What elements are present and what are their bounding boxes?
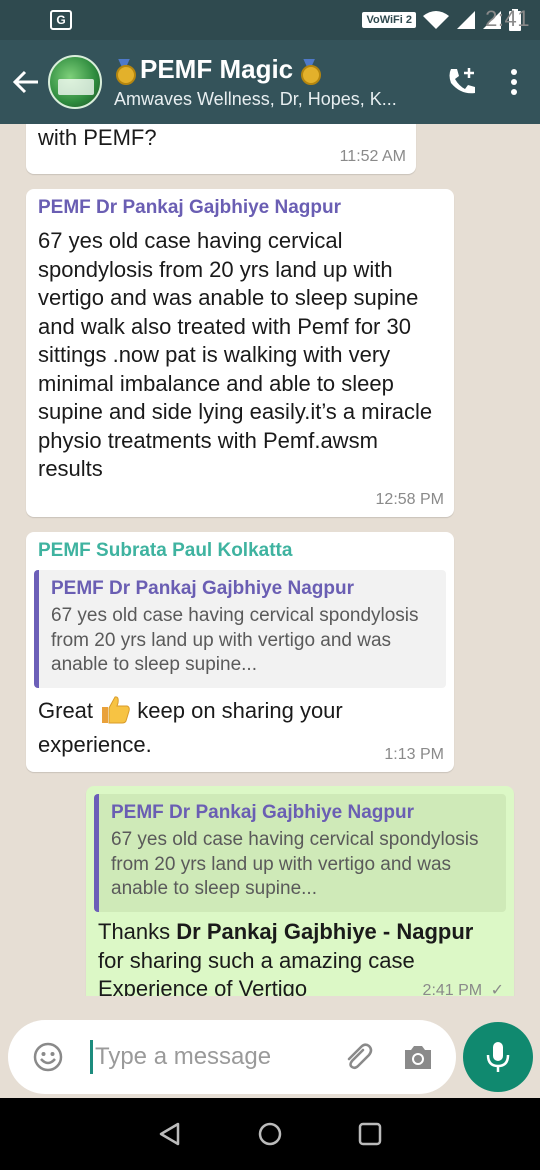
medal-icon [299,59,322,85]
message-input-bar: Type a message [8,1020,456,1094]
message-sender[interactable]: PEMF Dr Pankaj Gajbhiye Nagpur [38,197,442,219]
message-bubble[interactable]: Sir can we treat this patient with PEMF?… [26,124,416,174]
message-bubble[interactable]: PEMF Dr Pankaj Gajbhiye Nagpur 67 yes ol… [26,189,454,517]
nav-back-icon[interactable] [157,1121,183,1147]
message-time: 2:41 PM [422,982,483,996]
message-bubble-outgoing[interactable]: PEMF Dr Pankaj Gajbhiye Nagpur 67 yes ol… [86,786,514,996]
add-call-icon [449,68,475,94]
message-bubble[interactable]: PEMF Subrata Paul Kolkatta PEMF Dr Panka… [26,532,454,772]
back-arrow-icon [12,70,38,94]
text-caret [90,1040,93,1074]
message-text: Great keep on sharing your experience. [34,694,394,762]
emoji-icon [33,1042,63,1072]
message-text: Sir can we treat this patient with PEMF? [38,124,157,150]
signal-icon [457,11,475,29]
message-input-placeholder: Type a message [95,1043,272,1070]
thumbs-up-icon [99,694,131,724]
group-members: Amwaves Wellness, Dr, Hopes, K... [114,89,397,109]
status-bar: 2:41 G VoWiFi 2 [0,0,540,40]
message-sender[interactable]: PEMF Subrata Paul Kolkatta [34,540,446,562]
quoted-text: 67 yes old case having cervical spondylo… [51,605,419,675]
back-button[interactable] [4,40,48,124]
wifi-icon [423,11,449,29]
message-time-status: 2:41 PM ✓ [423,980,504,996]
mic-icon [486,1042,510,1072]
emoji-button[interactable] [24,1033,72,1081]
chat-area[interactable]: Sir can we treat this patient with PEMF?… [0,124,540,996]
status-time: 2:41 [485,6,530,31]
add-call-button[interactable] [436,40,488,124]
chat-title-block[interactable]: PEMF Magic Amwaves Wellness, Dr, Hopes, … [114,54,436,110]
voice-record-button[interactable] [463,1022,533,1092]
sent-check-icon: ✓ [490,982,504,996]
chat-header: PEMF Magic Amwaves Wellness, Dr, Hopes, … [0,40,540,124]
translate-icon: G [50,10,72,30]
vowifi-badge: VoWiFi 2 [362,12,416,28]
message-text-before: Great [38,698,94,723]
quoted-message[interactable]: PEMF Dr Pankaj Gajbhiye Nagpur 67 yes ol… [34,570,446,688]
quoted-text: 67 yes old case having cervical spondylo… [111,829,479,899]
message-text-rest: for sharing such a amazing case Experien… [98,947,415,997]
message-input[interactable]: Type a message [90,1040,334,1074]
system-nav-bar [0,1098,540,1170]
mentioned-name: Dr Pankaj Gajbhiye - Nagpur [176,919,474,944]
quoted-sender: PEMF Dr Pankaj Gajbhiye Nagpur [51,578,355,599]
nav-home-icon[interactable] [257,1121,283,1147]
group-avatar[interactable] [48,55,102,109]
nav-recents-icon[interactable] [357,1121,383,1147]
message-text-prefix: Thanks [98,919,177,944]
menu-button[interactable] [488,40,540,124]
more-vert-icon [511,69,517,95]
message-text: 67 yes old case having cervical spondylo… [38,228,433,481]
message-time: 1:13 PM [384,746,444,763]
camera-icon [405,1046,431,1069]
quoted-message[interactable]: PEMF Dr Pankaj Gajbhiye Nagpur 67 yes ol… [94,794,506,912]
group-title: PEMF Magic [140,54,294,84]
medal-icon [114,59,136,85]
attach-button[interactable] [334,1033,382,1081]
quoted-sender: PEMF Dr Pankaj Gajbhiye Nagpur [111,802,415,823]
attach-icon [347,1043,373,1070]
message-time: 11:52 AM [339,148,406,165]
camera-button[interactable] [394,1033,442,1081]
message-time: 12:58 PM [375,491,444,508]
